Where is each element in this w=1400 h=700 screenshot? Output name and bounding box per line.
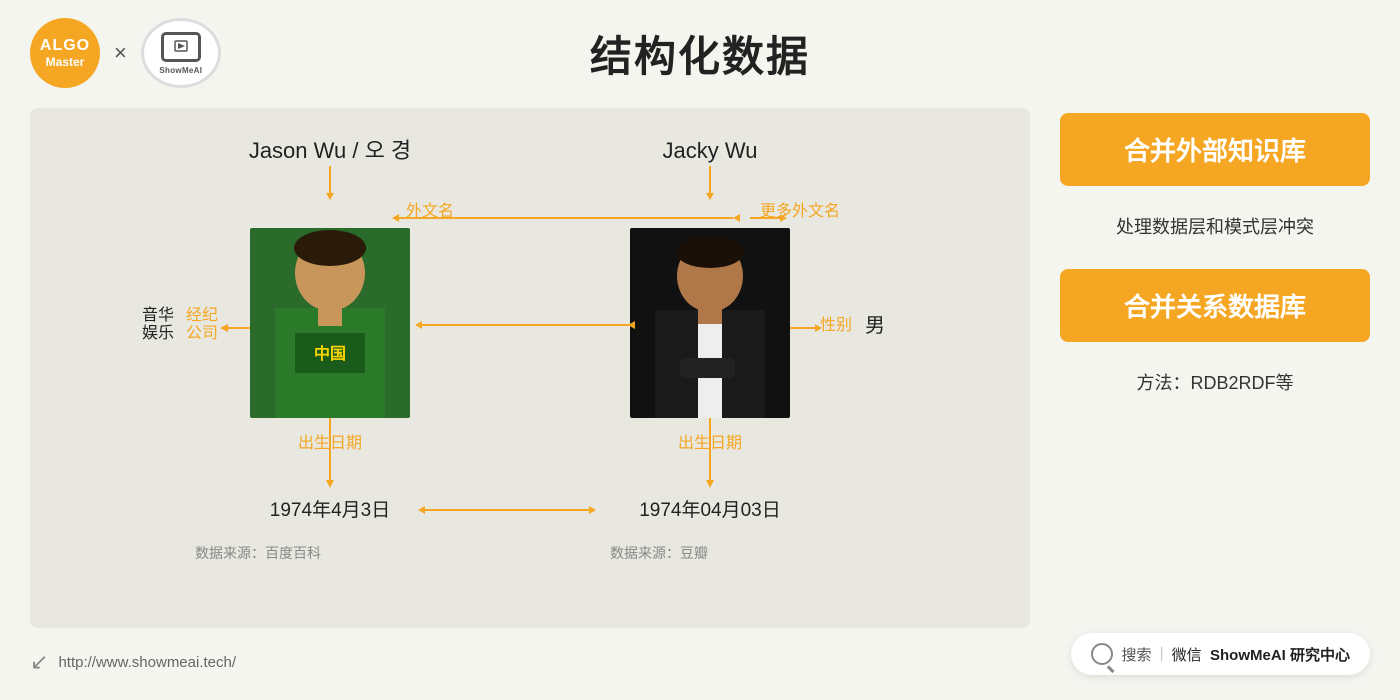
showme-logo: ShowMeAI: [141, 18, 221, 88]
main-content: Jason Wu / 오 경 Jacky Wu 外文名 更多外文名: [0, 108, 1400, 628]
diagram-svg: Jason Wu / 오 경 Jacky Wu 外文名 更多外文名: [60, 128, 1000, 608]
svg-text:1974年4月3日: 1974年4月3日: [270, 499, 390, 521]
footer-url: ↙ http://www.showmeai.tech/: [30, 649, 236, 675]
panel-merge-rdb-title: 合并关系数据库: [1080, 287, 1350, 324]
svg-text:男: 男: [865, 315, 885, 337]
right-panels: 合并外部知识库 处理数据层和模式层冲突 合并关系数据库 方法：RDB2RDF等: [1060, 108, 1370, 628]
master-text: Master: [46, 55, 85, 69]
algo-text: ALGO: [40, 36, 90, 55]
svg-text:音华: 音华: [142, 306, 174, 324]
svg-text:数据来源：豆瓣: 数据来源：豆瓣: [610, 545, 708, 561]
search-bar[interactable]: 搜索 | 微信 ShowMeAI 研究中心: [1071, 633, 1370, 675]
search-brand-name: ShowMeAI 研究中心: [1210, 647, 1350, 664]
showme-tv-icon: [173, 39, 189, 55]
svg-text:中国: 中国: [314, 344, 346, 363]
svg-text:娱乐: 娱乐: [142, 324, 174, 342]
search-brand: 微信 ShowMeAI 研究中心: [1172, 644, 1350, 665]
website-url: http://www.showmeai.tech/: [58, 654, 236, 671]
panel-merge-external-title: 合并外部知识库: [1080, 131, 1350, 168]
svg-text:出生日期: 出生日期: [678, 434, 742, 452]
svg-text:1974年04月03日: 1974年04月03日: [639, 499, 781, 521]
search-label: 搜索: [1121, 644, 1151, 665]
x-separator: ×: [114, 40, 127, 66]
person1-name: Jason Wu / 오 경: [249, 138, 411, 163]
svg-text:数据来源：百度百科: 数据来源：百度百科: [195, 545, 321, 561]
panel-merge-external-desc: 处理数据层和模式层冲突: [1060, 206, 1370, 249]
search-platform: 微信: [1172, 647, 1202, 664]
svg-text:公司: 公司: [186, 325, 218, 342]
search-divider: |: [1159, 645, 1163, 663]
svg-text:经纪: 经纪: [186, 306, 218, 324]
panel-merge-external: 合并外部知识库: [1060, 113, 1370, 186]
page-title: 结构化数据: [590, 23, 810, 84]
showme-text: ShowMeAI: [159, 66, 202, 75]
diagram-box: Jason Wu / 오 경 Jacky Wu 外文名 更多外文名: [30, 108, 1030, 628]
person2-name: Jacky Wu: [663, 138, 758, 163]
svg-text:出生日期: 出生日期: [298, 434, 362, 452]
cursor-icon: ↙: [30, 649, 48, 675]
algo-master-logo: ALGO Master: [30, 18, 100, 88]
panel-merge-rdb: 合并关系数据库: [1060, 269, 1370, 342]
logo-area: ALGO Master × ShowMeAI: [30, 18, 221, 88]
panel-merge-rdb-desc: 方法：RDB2RDF等: [1060, 362, 1370, 405]
header: ALGO Master × ShowMeAI 结构化数据: [0, 0, 1400, 98]
search-icon: [1091, 643, 1113, 665]
svg-text:性别: 性别: [820, 316, 852, 334]
